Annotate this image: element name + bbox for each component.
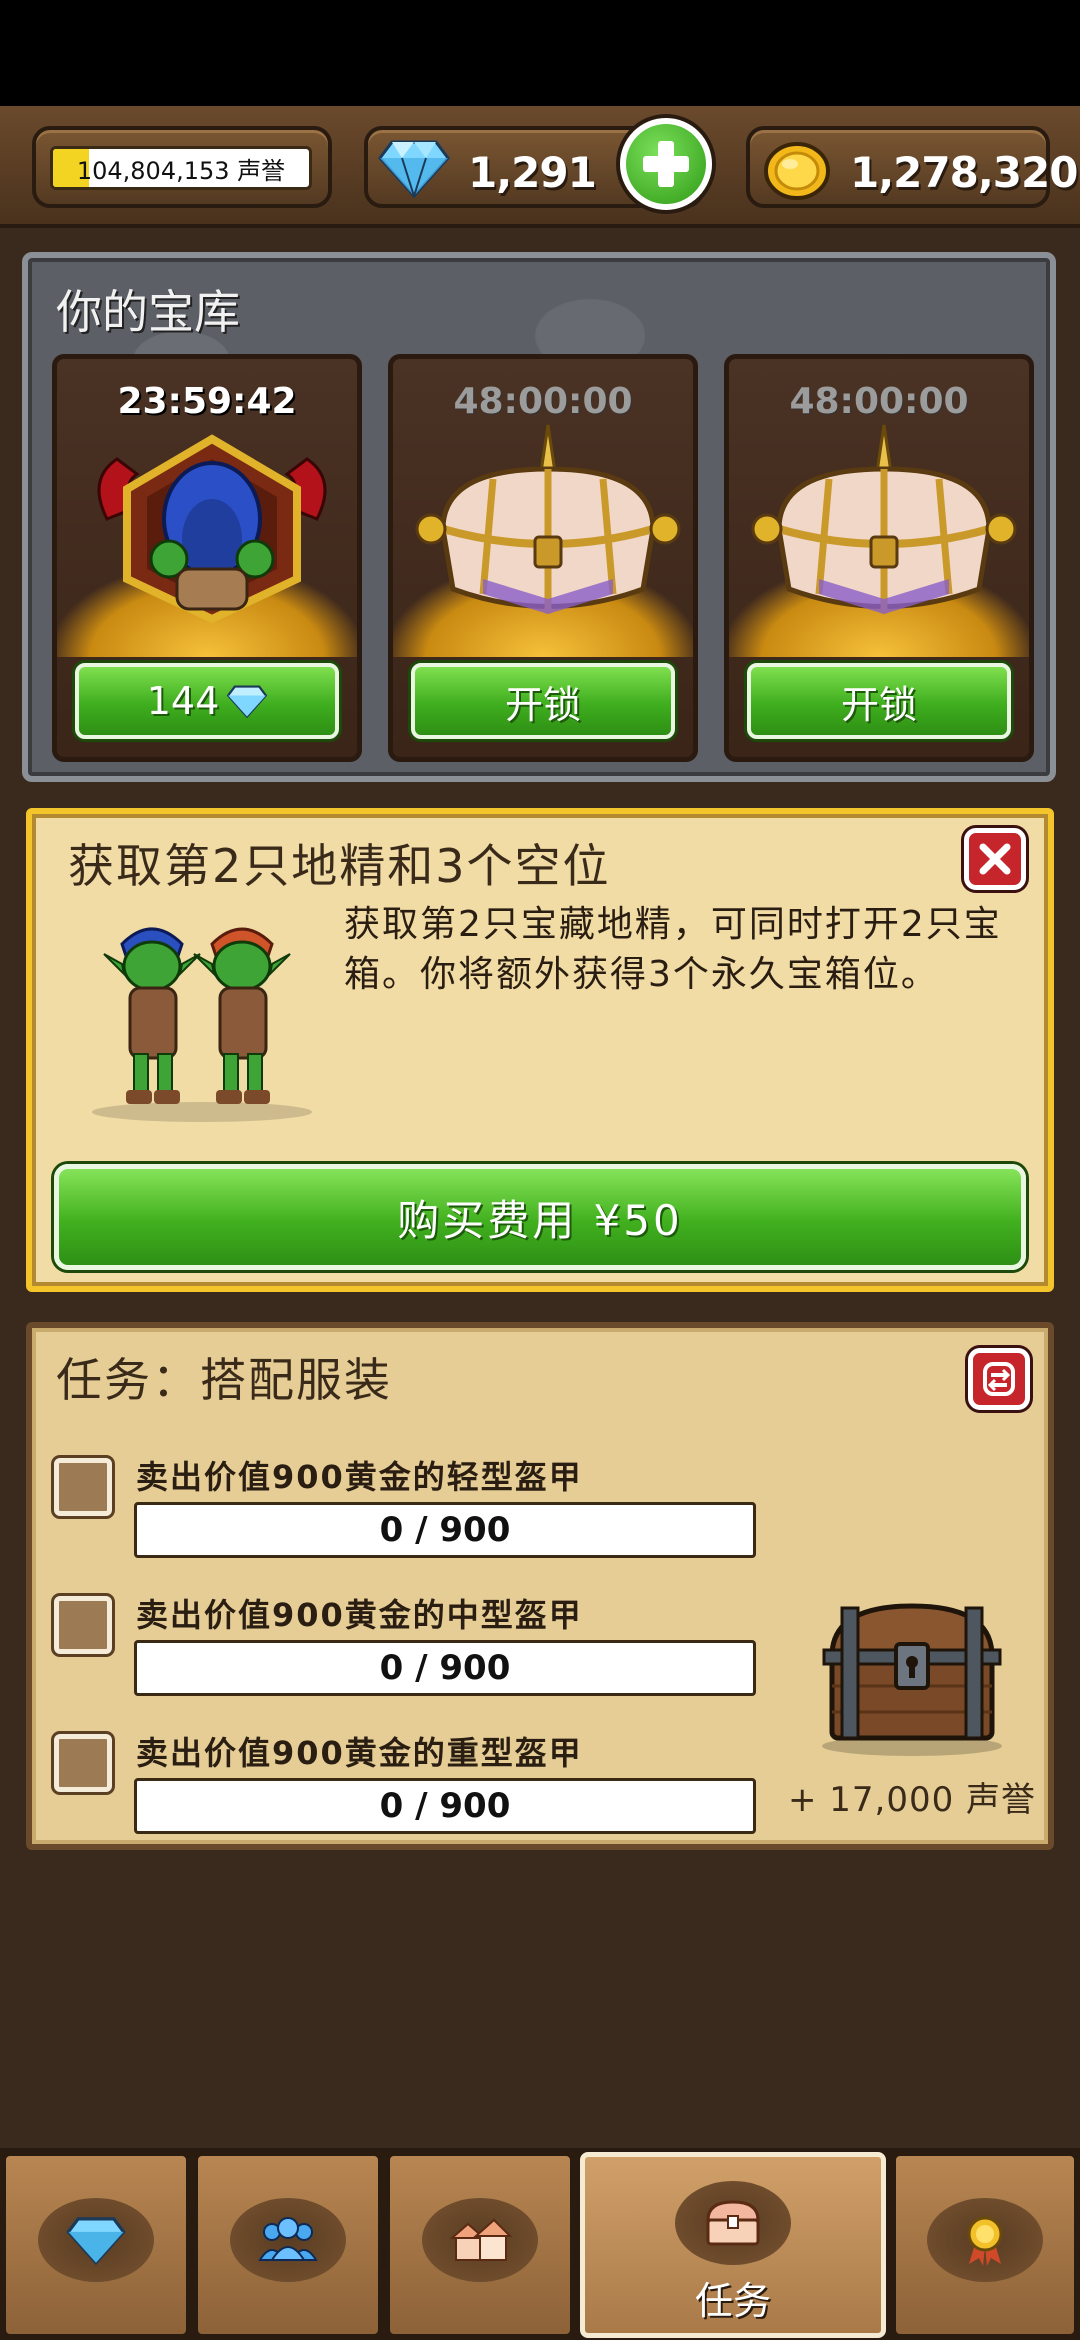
tab-icon-well xyxy=(422,2198,538,2282)
chest-slot-3[interactable]: 48:00:00 开锁 xyxy=(724,354,1034,762)
gold-counter: 1,278,320 xyxy=(746,126,1078,208)
quest-reward-text: + 17,000 声誉 xyxy=(787,1780,1037,1820)
chest-slot-1[interactable]: 23:59:42 144 xyxy=(52,354,362,762)
fame-progress-bar: 104,804,153 声誉 xyxy=(50,146,312,190)
add-gems-button[interactable] xyxy=(620,118,712,210)
tab-icon-well xyxy=(927,2198,1043,2282)
quest-task: 卖出价值900黄金的轻型盔甲 0 / 900 xyxy=(32,1440,792,1570)
gems-icon xyxy=(66,2217,126,2266)
tab-gems[interactable] xyxy=(2,2152,190,2338)
quest-task: 卖出价值900黄金的中型盔甲 0 / 900 xyxy=(32,1578,792,1708)
task-label: 卖出价值900黄金的中型盔甲 xyxy=(136,1596,583,1634)
goblin-offer-panel: 获取第2只地精和3个空位 获取第2只宝藏地精，可同时打开2只宝箱。你将额外获得3… xyxy=(26,808,1054,1292)
tab-icon-well xyxy=(230,2198,346,2282)
task-progress-text: 0 / 900 xyxy=(379,1786,511,1826)
tab-workers[interactable] xyxy=(194,2152,382,2338)
diamond-icon xyxy=(378,140,450,199)
swap-icon xyxy=(983,1362,1015,1396)
tab-achievements[interactable] xyxy=(892,2152,1078,2338)
unlock-chest-button[interactable]: 开锁 xyxy=(747,663,1011,739)
tab-town[interactable] xyxy=(386,2152,574,2338)
offer-title: 获取第2只地精和3个空位 xyxy=(68,839,611,893)
chest-timer: 23:59:42 xyxy=(117,381,297,422)
gem-value: 1,291 xyxy=(468,148,597,197)
task-progress-bar: 0 / 900 xyxy=(134,1640,756,1696)
task-progress-text: 0 / 900 xyxy=(379,1510,511,1550)
chest-slot-2[interactable]: 48:00:00 开锁 xyxy=(388,354,698,762)
resource-bar: 104,804,153 声誉 1,291 1,278,320 xyxy=(0,106,1080,228)
gold-coin-icon xyxy=(764,142,830,200)
diamond-icon xyxy=(227,685,268,719)
close-offer-button[interactable] xyxy=(964,828,1026,890)
speedup-chest-button[interactable]: 144 xyxy=(75,663,339,739)
offer-description: 获取第2只宝藏地精，可同时打开2只宝箱。你将额外获得3个永久宝箱位。 xyxy=(344,904,1002,995)
tab-icon-well xyxy=(38,2198,154,2282)
two-goblins-icon xyxy=(92,927,312,1122)
workers-icon xyxy=(258,2217,318,2261)
task-progress-bar: 0 / 900 xyxy=(134,1502,756,1558)
unicorn-chest-icon xyxy=(751,424,1017,614)
vault-title: 你的宝库 xyxy=(56,285,240,339)
tab-icon-well xyxy=(675,2181,791,2265)
tab-label: 任务 xyxy=(694,2279,771,2323)
task-label: 卖出价值900黄金的重型盔甲 xyxy=(136,1734,583,1772)
gem-cost: 144 xyxy=(146,679,220,723)
town-icon xyxy=(449,2218,512,2261)
chest-timer: 48:00:00 xyxy=(789,381,969,422)
task-checkbox xyxy=(54,1458,112,1516)
buy-offer-button[interactable]: 购买费用 ¥50 xyxy=(54,1164,1026,1270)
medal-icon xyxy=(967,2216,1003,2266)
task-checkbox xyxy=(54,1734,112,1792)
gold-value: 1,278,320 xyxy=(850,148,1078,197)
chest-icon xyxy=(706,2200,760,2246)
reward-chest-icon xyxy=(822,1603,1002,1756)
swap-quest-button[interactable] xyxy=(968,1348,1030,1410)
quest-task: 卖出价值900黄金的重型盔甲 0 / 900 xyxy=(32,1716,792,1846)
task-label: 卖出价值900黄金的轻型盔甲 xyxy=(136,1458,583,1496)
vault-panel: 你的宝库 23:59:42 144 48:00:00 开锁 48:00:00 开… xyxy=(22,252,1056,782)
quest-panel: 任务：搭配服装 卖出价值900黄金的轻型盔甲 0 / 900 卖出价值900黄金… xyxy=(26,1322,1054,1850)
unlock-chest-button[interactable]: 开锁 xyxy=(411,663,675,739)
bottom-nav: 任务 xyxy=(0,2148,1080,2340)
plus-icon xyxy=(643,141,689,187)
unicorn-chest-icon xyxy=(415,424,681,614)
tab-quests[interactable]: 任务 xyxy=(580,2152,886,2338)
task-checkbox xyxy=(54,1596,112,1654)
fame-counter[interactable]: 104,804,153 声誉 xyxy=(32,126,332,208)
fame-value: 104,804,153 声誉 xyxy=(76,156,286,185)
demon-chest-with-goblin-icon xyxy=(97,434,327,624)
task-progress-text: 0 / 900 xyxy=(379,1648,511,1688)
status-bar xyxy=(0,0,1080,106)
chest-timer: 48:00:00 xyxy=(453,381,633,422)
task-progress-bar: 0 / 900 xyxy=(134,1778,756,1834)
quest-title: 任务：搭配服装 xyxy=(56,1353,392,1407)
close-icon xyxy=(979,843,1011,875)
